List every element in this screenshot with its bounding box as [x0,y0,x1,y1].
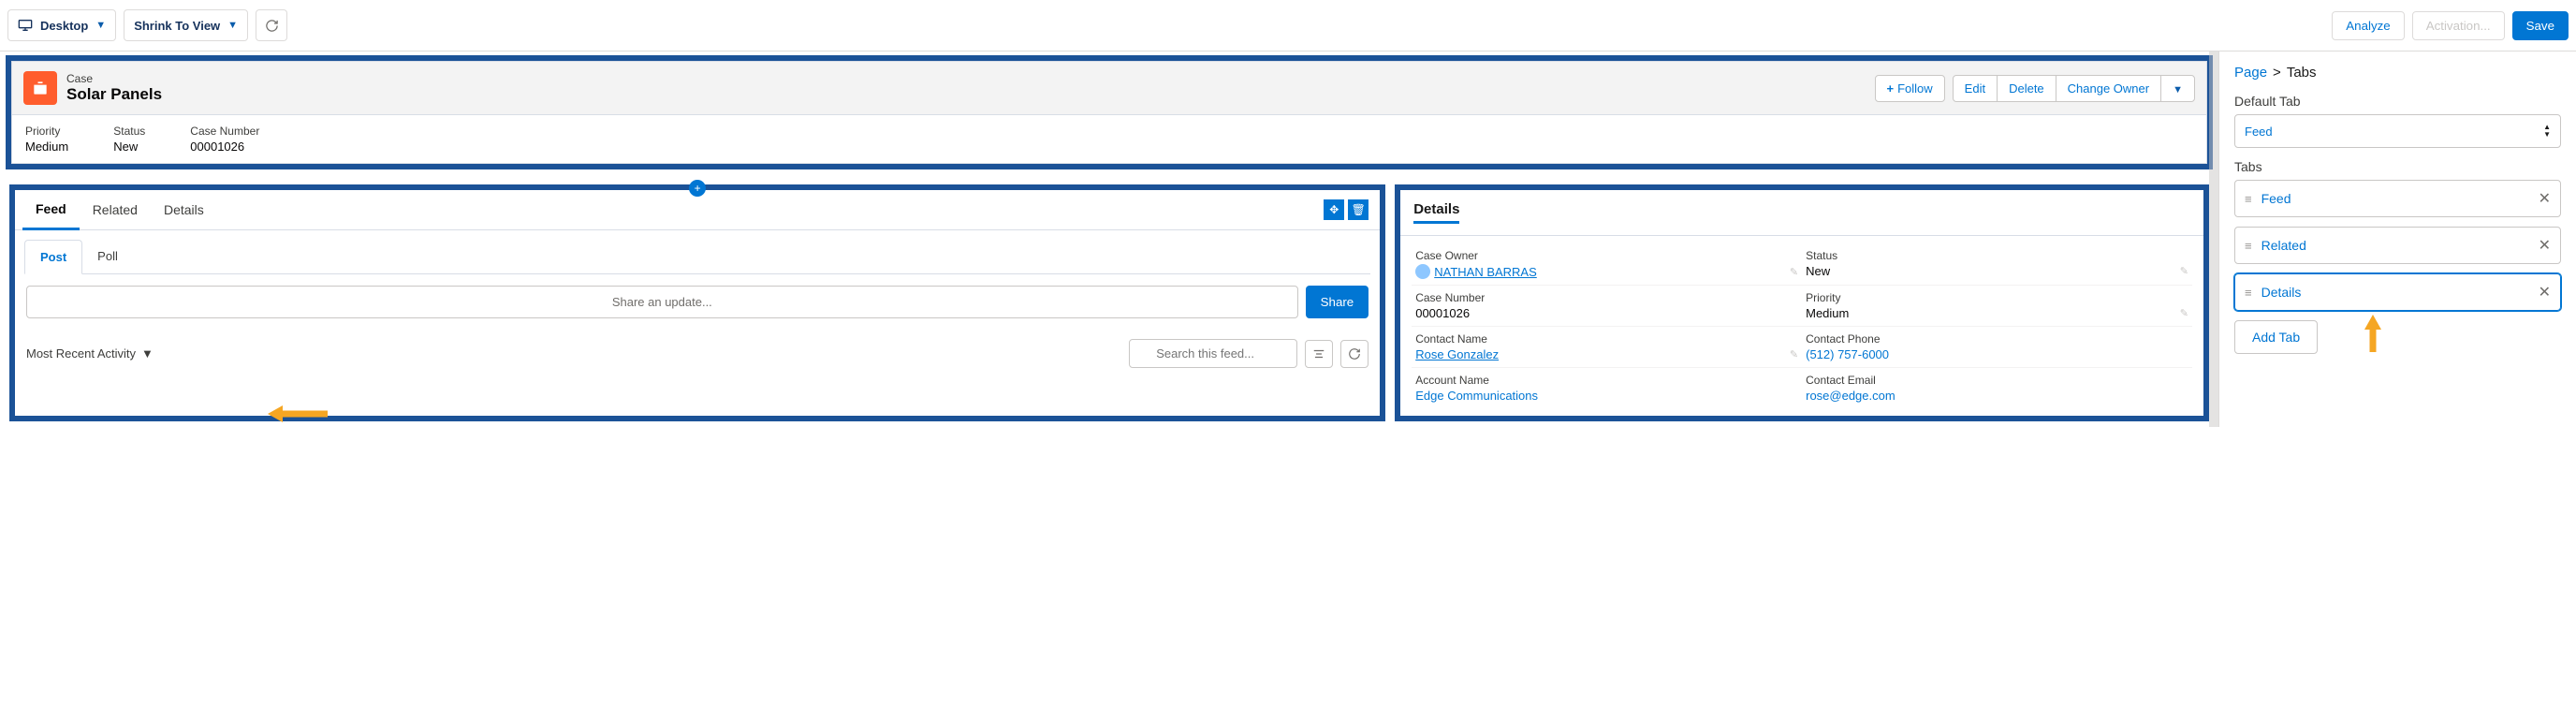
delete-button[interactable]: Delete [1997,75,2056,102]
field-value: New [1806,264,1830,278]
edit-icon[interactable]: ✎ [2180,307,2188,319]
edit-icon[interactable]: ✎ [2180,265,2188,277]
tab-row-feed[interactable]: ≡ Feed ✕ [2234,180,2561,217]
post-tab[interactable]: Post [24,240,82,274]
tab-row-related[interactable]: ≡ Related ✕ [2234,227,2561,264]
contact-email-link[interactable]: rose@edge.com [1806,389,1895,403]
desktop-icon [18,18,33,33]
tab-related[interactable]: Related [80,191,151,228]
feed-sort[interactable]: Most Recent Activity ▼ [26,346,154,360]
grip-icon[interactable]: ≡ [2245,192,2252,206]
move-component-icon[interactable]: ✥ [1324,199,1344,220]
feed-refresh-button[interactable] [1340,340,1368,368]
refresh-icon [265,19,279,33]
follow-button[interactable]: +Follow [1875,75,1945,102]
grip-icon[interactable]: ≡ [2245,239,2252,253]
field-label: Case Number [1415,291,1798,304]
scrollbar[interactable] [2209,52,2218,427]
chevron-down-icon: ▼ [227,20,238,31]
contact-name-link[interactable]: Rose Gonzalez [1415,347,1499,361]
chevron-down-icon: ▼ [141,346,154,360]
field-value: Medium [25,140,68,154]
edit-icon[interactable]: ✎ [1790,348,1798,360]
refresh-icon [1348,347,1361,360]
field-label: Status [113,125,145,138]
annotation-arrow [2361,313,2385,357]
grip-icon[interactable]: ≡ [2245,286,2252,300]
highlights-panel: Priority Medium Status New Case Number 0… [11,115,2207,164]
refresh-button[interactable] [256,9,287,41]
case-owner-link[interactable]: NATHAN BARRAS [1434,265,1537,279]
field-value: 00001026 [190,140,259,154]
remove-tab-icon[interactable]: ✕ [2539,283,2551,302]
field-value: New [113,140,145,154]
tab-row-details[interactable]: ≡ Details ✕ [2234,273,2561,311]
breadcrumb-page[interactable]: Page [2234,65,2267,81]
field-label: Contact Phone [1806,332,2188,346]
details-component[interactable]: Details Case Owner NATHAN BARRAS ✎ Status N… [1395,184,2209,421]
account-name-link[interactable]: Edge Communications [1415,389,1538,403]
chevron-down-icon: ▼ [2173,84,2183,96]
plus-icon: + [1887,81,1895,96]
zoom-label: Shrink To View [134,19,220,33]
contact-phone-link[interactable]: (512) 757-6000 [1806,347,1889,361]
annotation-arrow [266,404,329,427]
record-title: Solar Panels [66,85,162,104]
breadcrumb: Page > Tabs [2234,65,2561,81]
sort-icon: ▲▼ [2543,124,2551,139]
chevron-down-icon: ▼ [95,20,106,31]
activation-button[interactable]: Activation... [2412,11,2505,40]
zoom-select[interactable]: Shrink To View ▼ [124,9,248,41]
field-value: 00001026 [1415,306,1470,320]
remove-tab-icon[interactable]: ✕ [2539,189,2551,208]
share-input[interactable]: Share an update... [26,286,1298,318]
tabs-component[interactable]: + Feed Related Details ✥ 🗑 Post Poll [9,184,1385,421]
field-label: Priority [25,125,68,138]
avatar-icon [1415,264,1430,279]
record-type: Case [66,72,162,85]
analyze-button[interactable]: Analyze [2332,11,2404,40]
case-icon [23,71,57,105]
field-label: Contact Email [1806,374,2188,387]
feed-filter-button[interactable] [1305,340,1333,368]
save-button[interactable]: Save [2512,11,2569,40]
edit-button[interactable]: Edit [1953,75,1998,102]
remove-tab-icon[interactable]: ✕ [2539,236,2551,255]
breadcrumb-current: Tabs [2287,65,2317,81]
field-label: Status [1806,249,2188,262]
record-header: Case Solar Panels +Follow Edit Delete Ch… [11,61,2207,115]
field-label: Account Name [1415,374,1798,387]
field-label: Case Owner [1415,249,1798,262]
default-tab-select[interactable]: Feed ▲▼ [2234,114,2561,148]
field-label: Priority [1806,291,2188,304]
breadcrumb-separator: > [2273,65,2281,81]
change-owner-button[interactable]: Change Owner [2056,75,2161,102]
share-button[interactable]: Share [1306,286,1369,318]
tabs-list-label: Tabs [2234,159,2561,174]
device-label: Desktop [40,19,88,33]
device-select[interactable]: Desktop ▼ [7,9,116,41]
tab-details[interactable]: Details [151,191,217,228]
add-tab-button[interactable]: Add Tab [2234,320,2318,354]
poll-tab[interactable]: Poll [82,240,133,273]
details-title: Details [1413,201,1459,224]
property-panel: Page > Tabs Default Tab Feed ▲▼ Tabs ≡ F… [2218,52,2576,427]
default-tab-label: Default Tab [2234,94,2561,109]
more-actions-button[interactable]: ▼ [2160,75,2195,102]
field-label: Case Number [190,125,259,138]
filter-icon [1312,347,1325,360]
field-label: Contact Name [1415,332,1798,346]
field-value: Medium [1806,306,1849,320]
edit-icon[interactable]: ✎ [1790,266,1798,278]
tab-feed[interactable]: Feed [22,190,80,230]
delete-component-icon[interactable]: 🗑 [1348,199,1368,220]
search-feed-input[interactable] [1129,339,1297,368]
